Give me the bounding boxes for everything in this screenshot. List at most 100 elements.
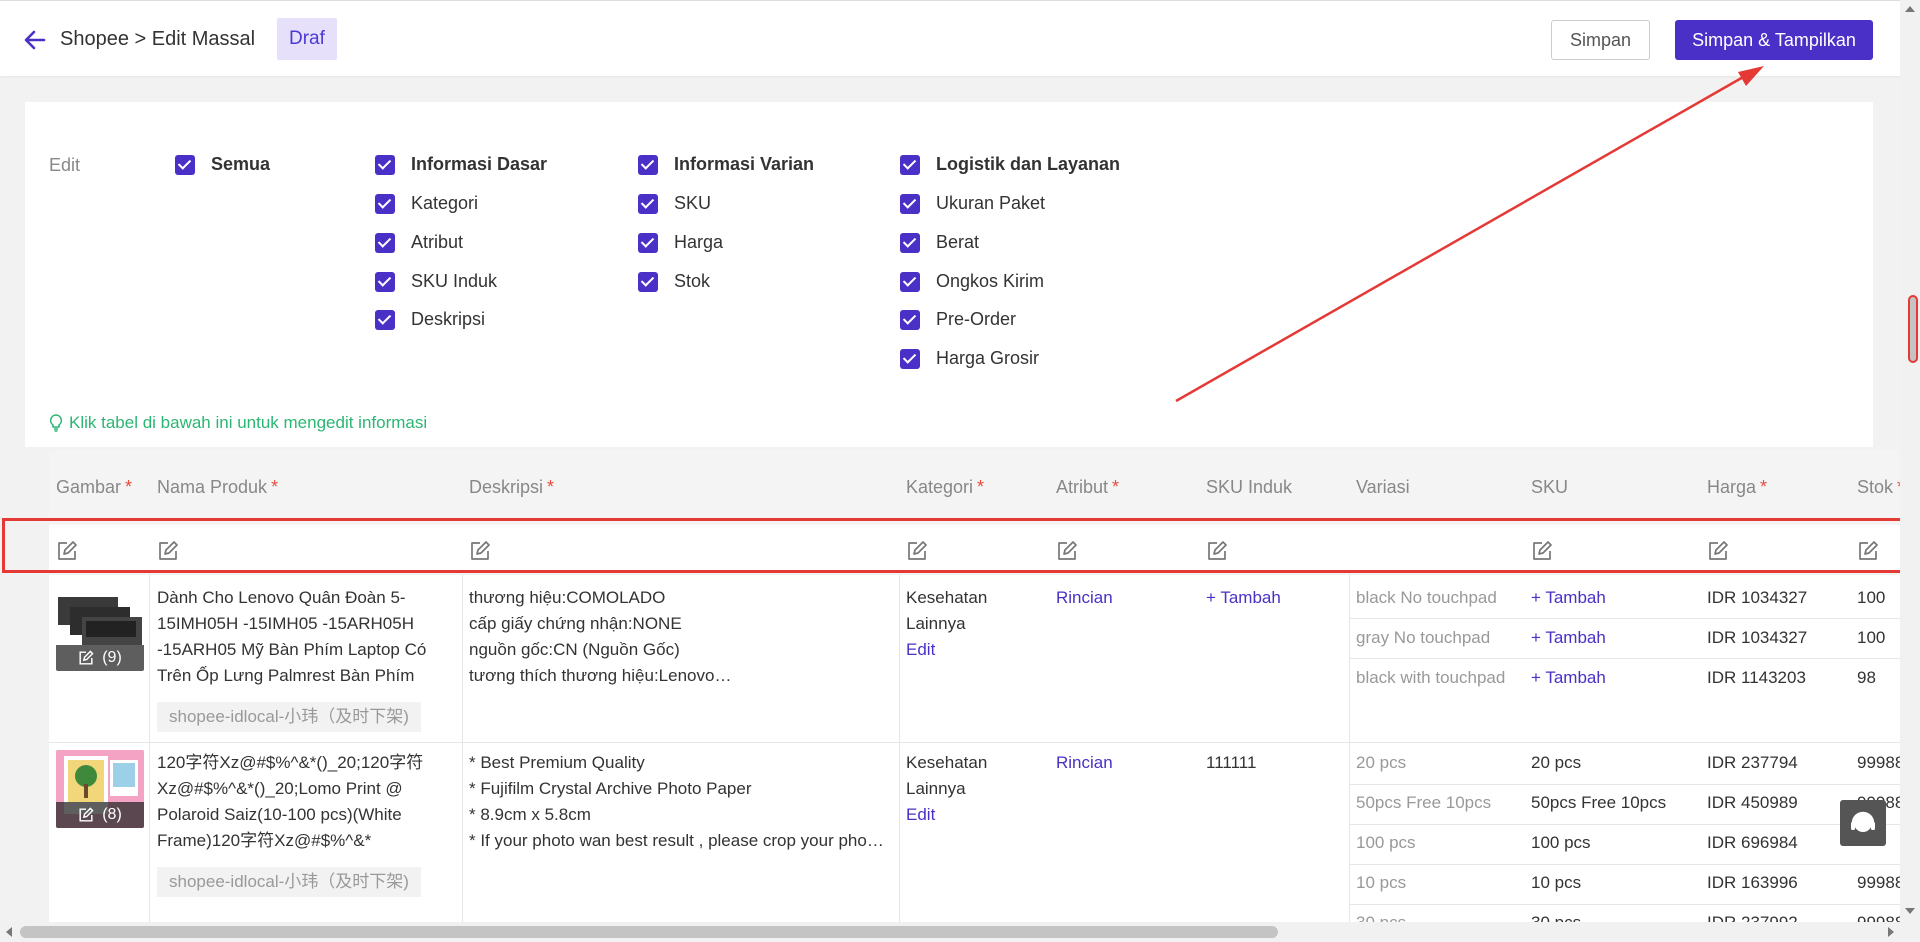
checkbox-pre-order[interactable]: Pre-Order xyxy=(900,309,1016,330)
variation-stock[interactable]: 99988 xyxy=(1857,750,1900,776)
checkbox-logistics[interactable]: Logistik dan Layanan xyxy=(900,154,1120,175)
variation-price[interactable]: IDR 450989 xyxy=(1707,790,1798,816)
vertical-scrollbar-thumb[interactable] xyxy=(1908,295,1918,363)
variation-stock[interactable]: 100 xyxy=(1857,625,1885,651)
attribute-details-link[interactable]: Rincian xyxy=(1056,750,1113,776)
horizontal-scrollbar-thumb[interactable] xyxy=(20,926,1278,938)
add-parent-sku-link[interactable]: + Tambah xyxy=(1206,585,1281,611)
checkbox-basic-info[interactable]: Informasi Dasar xyxy=(375,154,547,175)
edit-icon[interactable] xyxy=(1206,540,1228,562)
checkbox-sku[interactable]: SKU xyxy=(638,193,711,214)
variation-price[interactable]: IDR 237992 xyxy=(1707,910,1798,922)
checkbox-all[interactable]: Semua xyxy=(175,154,270,175)
product-category[interactable]: Kesehatan Lainnya xyxy=(906,585,1016,637)
scroll-up-arrow-icon[interactable] xyxy=(1904,4,1916,14)
vertical-scrollbar[interactable] xyxy=(1900,0,1920,942)
attribute-details-link[interactable]: Rincian xyxy=(1056,585,1113,611)
variation-sku[interactable]: 30 pcs xyxy=(1531,910,1581,922)
checkbox-checked-icon[interactable] xyxy=(375,232,395,253)
scroll-left-arrow-icon[interactable] xyxy=(4,926,14,938)
save-button[interactable]: Simpan xyxy=(1551,20,1650,60)
variation-name: 50pcs Free 10pcs xyxy=(1356,793,1492,812)
checkbox-price[interactable]: Harga xyxy=(638,232,723,253)
checkbox-checked-icon[interactable] xyxy=(900,271,920,292)
clipped-variation-row: 30 pcs 30 pcs IDR 237992 99988 xyxy=(1349,905,1900,922)
checkbox-checked-icon[interactable] xyxy=(375,154,395,175)
category-edit-link[interactable]: Edit xyxy=(906,802,935,828)
add-sku-link[interactable]: + Tambah xyxy=(1531,625,1606,651)
edit-icon[interactable] xyxy=(1857,540,1879,562)
image-edit-overlay[interactable]: (8) xyxy=(56,802,144,828)
product-image[interactable]: (9) xyxy=(56,593,144,671)
edit-icon[interactable] xyxy=(469,540,491,562)
checkbox-stock[interactable]: Stok xyxy=(638,271,710,292)
variation-stock[interactable]: 99988 xyxy=(1857,910,1900,922)
back-arrow-icon[interactable] xyxy=(22,27,48,53)
checkbox-checked-icon[interactable] xyxy=(638,232,658,253)
column-header-name: Nama Produk * xyxy=(157,477,279,497)
column-header-description: Deskripsi * xyxy=(469,477,555,497)
product-description[interactable]: * Best Premium Quality * Fujifilm Crysta… xyxy=(469,750,889,854)
checkbox-checked-icon[interactable] xyxy=(900,193,920,214)
edit-icon[interactable] xyxy=(56,540,78,562)
edit-icon[interactable] xyxy=(906,540,928,562)
variation-stock[interactable]: 98 xyxy=(1857,665,1876,691)
variation-stock[interactable]: 100 xyxy=(1857,585,1885,611)
product-name[interactable]: Dành Cho Lenovo Quân Đoàn 5-15IMH05H -15… xyxy=(157,585,452,689)
parent-sku-value[interactable]: 111111 xyxy=(1206,750,1256,776)
variation-price[interactable]: IDR 1034327 xyxy=(1707,625,1807,651)
product-name[interactable]: 120字符Xz@#$%^&*()_20;120字符Xz@#$%^&*()_20;… xyxy=(157,750,452,854)
column-header-image: Gambar * xyxy=(56,477,133,497)
checkbox-attribute[interactable]: Atribut xyxy=(375,232,463,253)
product-category[interactable]: Kesehatan Lainnya xyxy=(906,750,1016,802)
checkbox-checked-icon[interactable] xyxy=(375,309,395,330)
checkbox-checked-icon[interactable] xyxy=(375,193,395,214)
edit-icon[interactable] xyxy=(1531,540,1553,562)
edit-icon[interactable] xyxy=(78,807,94,823)
checkbox-parent-sku[interactable]: SKU Induk xyxy=(375,271,497,292)
store-tag: shopee-idlocal-小玮（及时下架) xyxy=(157,702,421,732)
customer-support-button[interactable] xyxy=(1840,800,1886,846)
variation-price[interactable]: IDR 696984 xyxy=(1707,830,1798,856)
edit-icon[interactable] xyxy=(157,540,179,562)
checkbox-checked-icon[interactable] xyxy=(175,154,195,175)
lightbulb-icon xyxy=(49,414,63,432)
checkbox-description[interactable]: Deskripsi xyxy=(375,309,485,330)
variation-price[interactable]: IDR 237794 xyxy=(1707,750,1798,776)
checkbox-shipping-fee[interactable]: Ongkos Kirim xyxy=(900,271,1044,292)
variation-price[interactable]: IDR 163996 xyxy=(1707,870,1798,896)
product-image[interactable]: (8) xyxy=(56,750,144,828)
checkbox-variant-info[interactable]: Informasi Varian xyxy=(638,154,814,175)
checkbox-checked-icon[interactable] xyxy=(900,309,920,330)
checkbox-checked-icon[interactable] xyxy=(900,348,920,369)
checkbox-checked-icon[interactable] xyxy=(900,232,920,253)
checkbox-checked-icon[interactable] xyxy=(638,154,658,175)
scroll-right-arrow-icon[interactable] xyxy=(1886,926,1896,938)
add-sku-link[interactable]: + Tambah xyxy=(1531,665,1606,691)
variation-sku[interactable]: 10 pcs xyxy=(1531,870,1581,896)
checkbox-package-size[interactable]: Ukuran Paket xyxy=(900,193,1045,214)
checkbox-checked-icon[interactable] xyxy=(638,271,658,292)
checkbox-checked-icon[interactable] xyxy=(375,271,395,292)
checkbox-wholesale-price[interactable]: Harga Grosir xyxy=(900,348,1039,369)
edit-icon[interactable] xyxy=(1056,540,1078,562)
add-sku-link[interactable]: + Tambah xyxy=(1531,585,1606,611)
variation-sku[interactable]: 100 pcs xyxy=(1531,830,1591,856)
variation-sku[interactable]: 20 pcs xyxy=(1531,750,1581,776)
checkbox-checked-icon[interactable] xyxy=(900,154,920,175)
image-edit-overlay[interactable]: (9) xyxy=(56,645,144,671)
variation-sku[interactable]: 50pcs Free 10pcs xyxy=(1531,790,1666,816)
edit-icon[interactable] xyxy=(1707,540,1729,562)
variation-price[interactable]: IDR 1034327 xyxy=(1707,585,1807,611)
variation-stock[interactable]: 99988 xyxy=(1857,870,1900,896)
checkbox-checked-icon[interactable] xyxy=(638,193,658,214)
edit-icon[interactable] xyxy=(78,650,94,666)
checkbox-category[interactable]: Kategori xyxy=(375,193,478,214)
store-tag: shopee-idlocal-小玮（及时下架) xyxy=(157,867,421,897)
category-edit-link[interactable]: Edit xyxy=(906,637,935,663)
variation-price[interactable]: IDR 1143203 xyxy=(1707,665,1806,691)
save-and-show-button[interactable]: Simpan & Tampilkan xyxy=(1675,20,1873,60)
product-description[interactable]: thương hiệu:COMOLADO cấp giấy chứng nhận… xyxy=(469,585,889,689)
scroll-down-arrow-icon[interactable] xyxy=(1904,906,1916,916)
checkbox-weight[interactable]: Berat xyxy=(900,232,979,253)
